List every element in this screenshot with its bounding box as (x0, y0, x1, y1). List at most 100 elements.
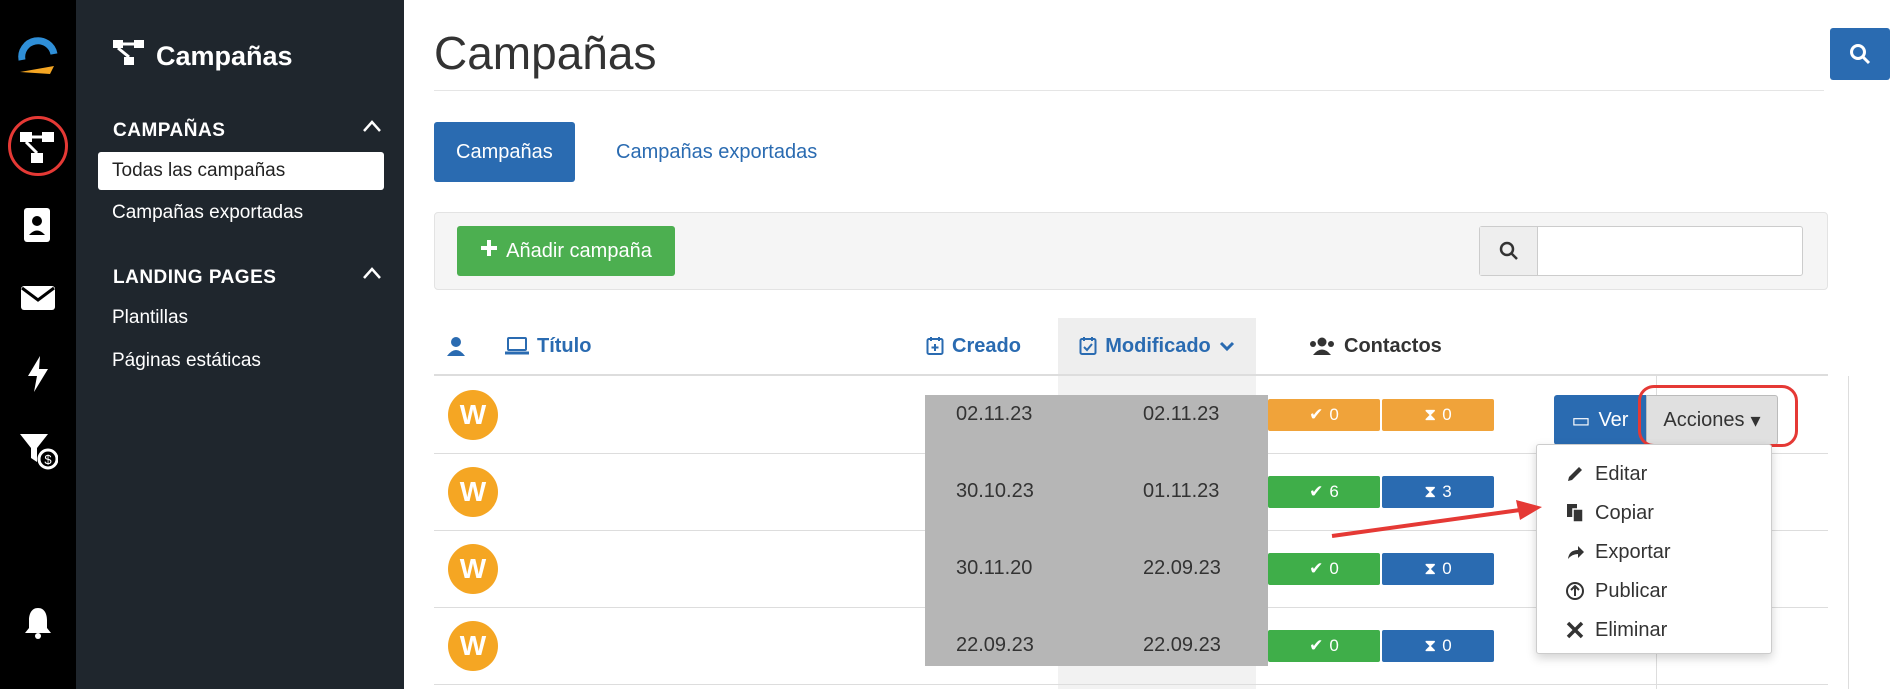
modified-date: 22.09.23 (1143, 557, 1221, 579)
menu-item-label: Exportar (1595, 540, 1671, 563)
sidebar-item-static-pages[interactable]: Páginas estáticas (112, 350, 261, 372)
modified-date: 02.11.23 (1143, 403, 1220, 425)
contacts-pending-badge: ⧗ 0 (1382, 399, 1494, 431)
contacts-done-badge: ✔ 0 (1268, 399, 1380, 431)
sidebar-section-landing-pages[interactable]: LANDING PAGES (113, 267, 276, 289)
contacts-done-count: 0 (1329, 636, 1339, 655)
column-header-title[interactable]: Título (505, 318, 591, 374)
calendar-check-icon (1079, 337, 1097, 355)
contacts-pending-count: 0 (1442, 636, 1452, 655)
search-icon (1480, 227, 1538, 275)
menu-item-delete[interactable]: Eliminar (1565, 613, 1667, 647)
created-date: 22.09.23 (956, 634, 1034, 656)
sidebar: Campañas CAMPAÑAS Todas las campañas Cam… (76, 0, 404, 689)
column-header-created[interactable]: Creado (926, 318, 1021, 374)
modified-date: 01.11.23 (1143, 480, 1220, 502)
hourglass-icon: ⧗ (1424, 559, 1437, 578)
laptop-icon (505, 337, 529, 355)
plus-icon (480, 239, 498, 263)
divider (434, 90, 1824, 91)
column-header-modified-label: Modificado (1105, 334, 1211, 357)
sidebar-brand-label: Campañas (156, 41, 293, 71)
chevron-up-icon[interactable] (362, 116, 382, 139)
copy-icon (1567, 504, 1584, 523)
search-group (1479, 226, 1803, 276)
add-campaign-button[interactable]: Añadir campaña (457, 226, 675, 276)
table-row[interactable]: W 02.11.23 02.11.23 ✔ 0 ⧗ 0 ▭ Ver Acciones ▾ (434, 376, 1828, 453)
row-divider (434, 684, 1828, 685)
logo-icon[interactable] (0, 30, 76, 80)
menu-item-label: Editar (1595, 462, 1648, 485)
column-header-owner[interactable] (446, 318, 466, 374)
funnel-money-icon[interactable]: $ (0, 425, 76, 475)
avatar: W (448, 544, 498, 594)
sidebar-item-templates[interactable]: Plantillas (112, 307, 188, 329)
column-header-contacts-label: Contactos (1344, 334, 1442, 357)
check-icon: ✔ (1309, 636, 1324, 655)
annotation-circle (8, 116, 68, 176)
menu-item-edit[interactable]: Editar (1565, 457, 1647, 491)
view-label: Ver (1598, 408, 1629, 431)
hourglass-icon: ⧗ (1424, 405, 1437, 424)
tab-exported-campaigns[interactable]: Campañas exportadas (594, 122, 839, 182)
contacts-done-badge: ✔ 0 (1268, 630, 1380, 662)
sidebar-section-campaigns[interactable]: CAMPAÑAS (113, 120, 225, 142)
menu-item-label: Eliminar (1595, 618, 1668, 641)
check-icon: ✔ (1309, 405, 1324, 424)
avatar: W (448, 621, 498, 671)
contacts-pending-badge: ⧗ 0 (1382, 553, 1494, 585)
global-search-button[interactable] (1830, 28, 1890, 80)
avatar: W (448, 467, 498, 517)
tab-campaigns[interactable]: Campañas (434, 122, 575, 182)
view-button[interactable]: ▭ Ver (1554, 395, 1646, 445)
modified-date: 22.09.23 (1143, 634, 1221, 656)
contacts-pending-count: 0 (1442, 559, 1452, 578)
mail-icon[interactable] (0, 273, 76, 323)
upload-circle-icon (1566, 582, 1584, 600)
svg-text:$: $ (44, 452, 52, 467)
created-date: 02.11.23 (956, 403, 1033, 425)
search-input[interactable] (1540, 227, 1800, 275)
user-icon (447, 337, 465, 356)
chevron-down-icon (1219, 341, 1234, 352)
sidebar-item-all-campaigns[interactable]: Todas las campañas (98, 152, 384, 190)
calendar-plus-icon (926, 337, 944, 355)
contacts-done-count: 0 (1329, 405, 1339, 424)
contacts-pending-badge: ⧗ 0 (1382, 630, 1494, 662)
menu-item-copy[interactable]: Copiar (1565, 496, 1654, 530)
icon-rail: $ (0, 0, 76, 689)
actions-dropdown-menu: Editar Copiar Exportar Publicar Eliminar (1536, 444, 1772, 654)
column-header-title-label: Título (537, 334, 592, 357)
sidebar-item-exported-campaigns[interactable]: Campañas exportadas (112, 202, 303, 224)
check-icon: ✔ (1309, 559, 1324, 578)
campaigns-icon (112, 38, 146, 75)
contacts-done-badge: ✔ 0 (1268, 553, 1380, 585)
created-date: 30.11.20 (956, 557, 1033, 579)
add-campaign-label: Añadir campaña (506, 239, 652, 262)
pencil-icon (1568, 467, 1582, 481)
contacts-icon[interactable] (0, 200, 76, 250)
bell-icon[interactable] (0, 598, 76, 648)
avatar: W (448, 390, 498, 440)
search-icon (1850, 44, 1871, 65)
column-header-created-label: Creado (952, 334, 1021, 357)
column-header-contacts: Contactos (1308, 318, 1442, 374)
hourglass-icon: ⧗ (1424, 636, 1437, 655)
menu-item-publish[interactable]: Publicar (1565, 574, 1667, 608)
column-header-modified[interactable]: Modificado (1058, 318, 1256, 374)
presentation-icon: ▭ (1571, 409, 1591, 432)
close-icon (1566, 621, 1584, 639)
menu-item-label: Publicar (1595, 579, 1668, 602)
toolbar: Añadir campaña (434, 212, 1828, 290)
column-divider (1848, 376, 1849, 689)
page-title: Campañas (434, 27, 657, 79)
users-icon (1310, 337, 1334, 355)
menu-item-export[interactable]: Exportar (1565, 535, 1671, 569)
created-date: 30.10.23 (956, 480, 1034, 502)
bolt-icon[interactable] (0, 349, 76, 399)
chevron-up-icon[interactable] (362, 263, 382, 286)
contacts-done-count: 0 (1329, 559, 1339, 578)
menu-item-label: Copiar (1595, 501, 1654, 524)
annotation-highlight (1638, 385, 1798, 447)
share-arrow-icon (1568, 546, 1584, 559)
